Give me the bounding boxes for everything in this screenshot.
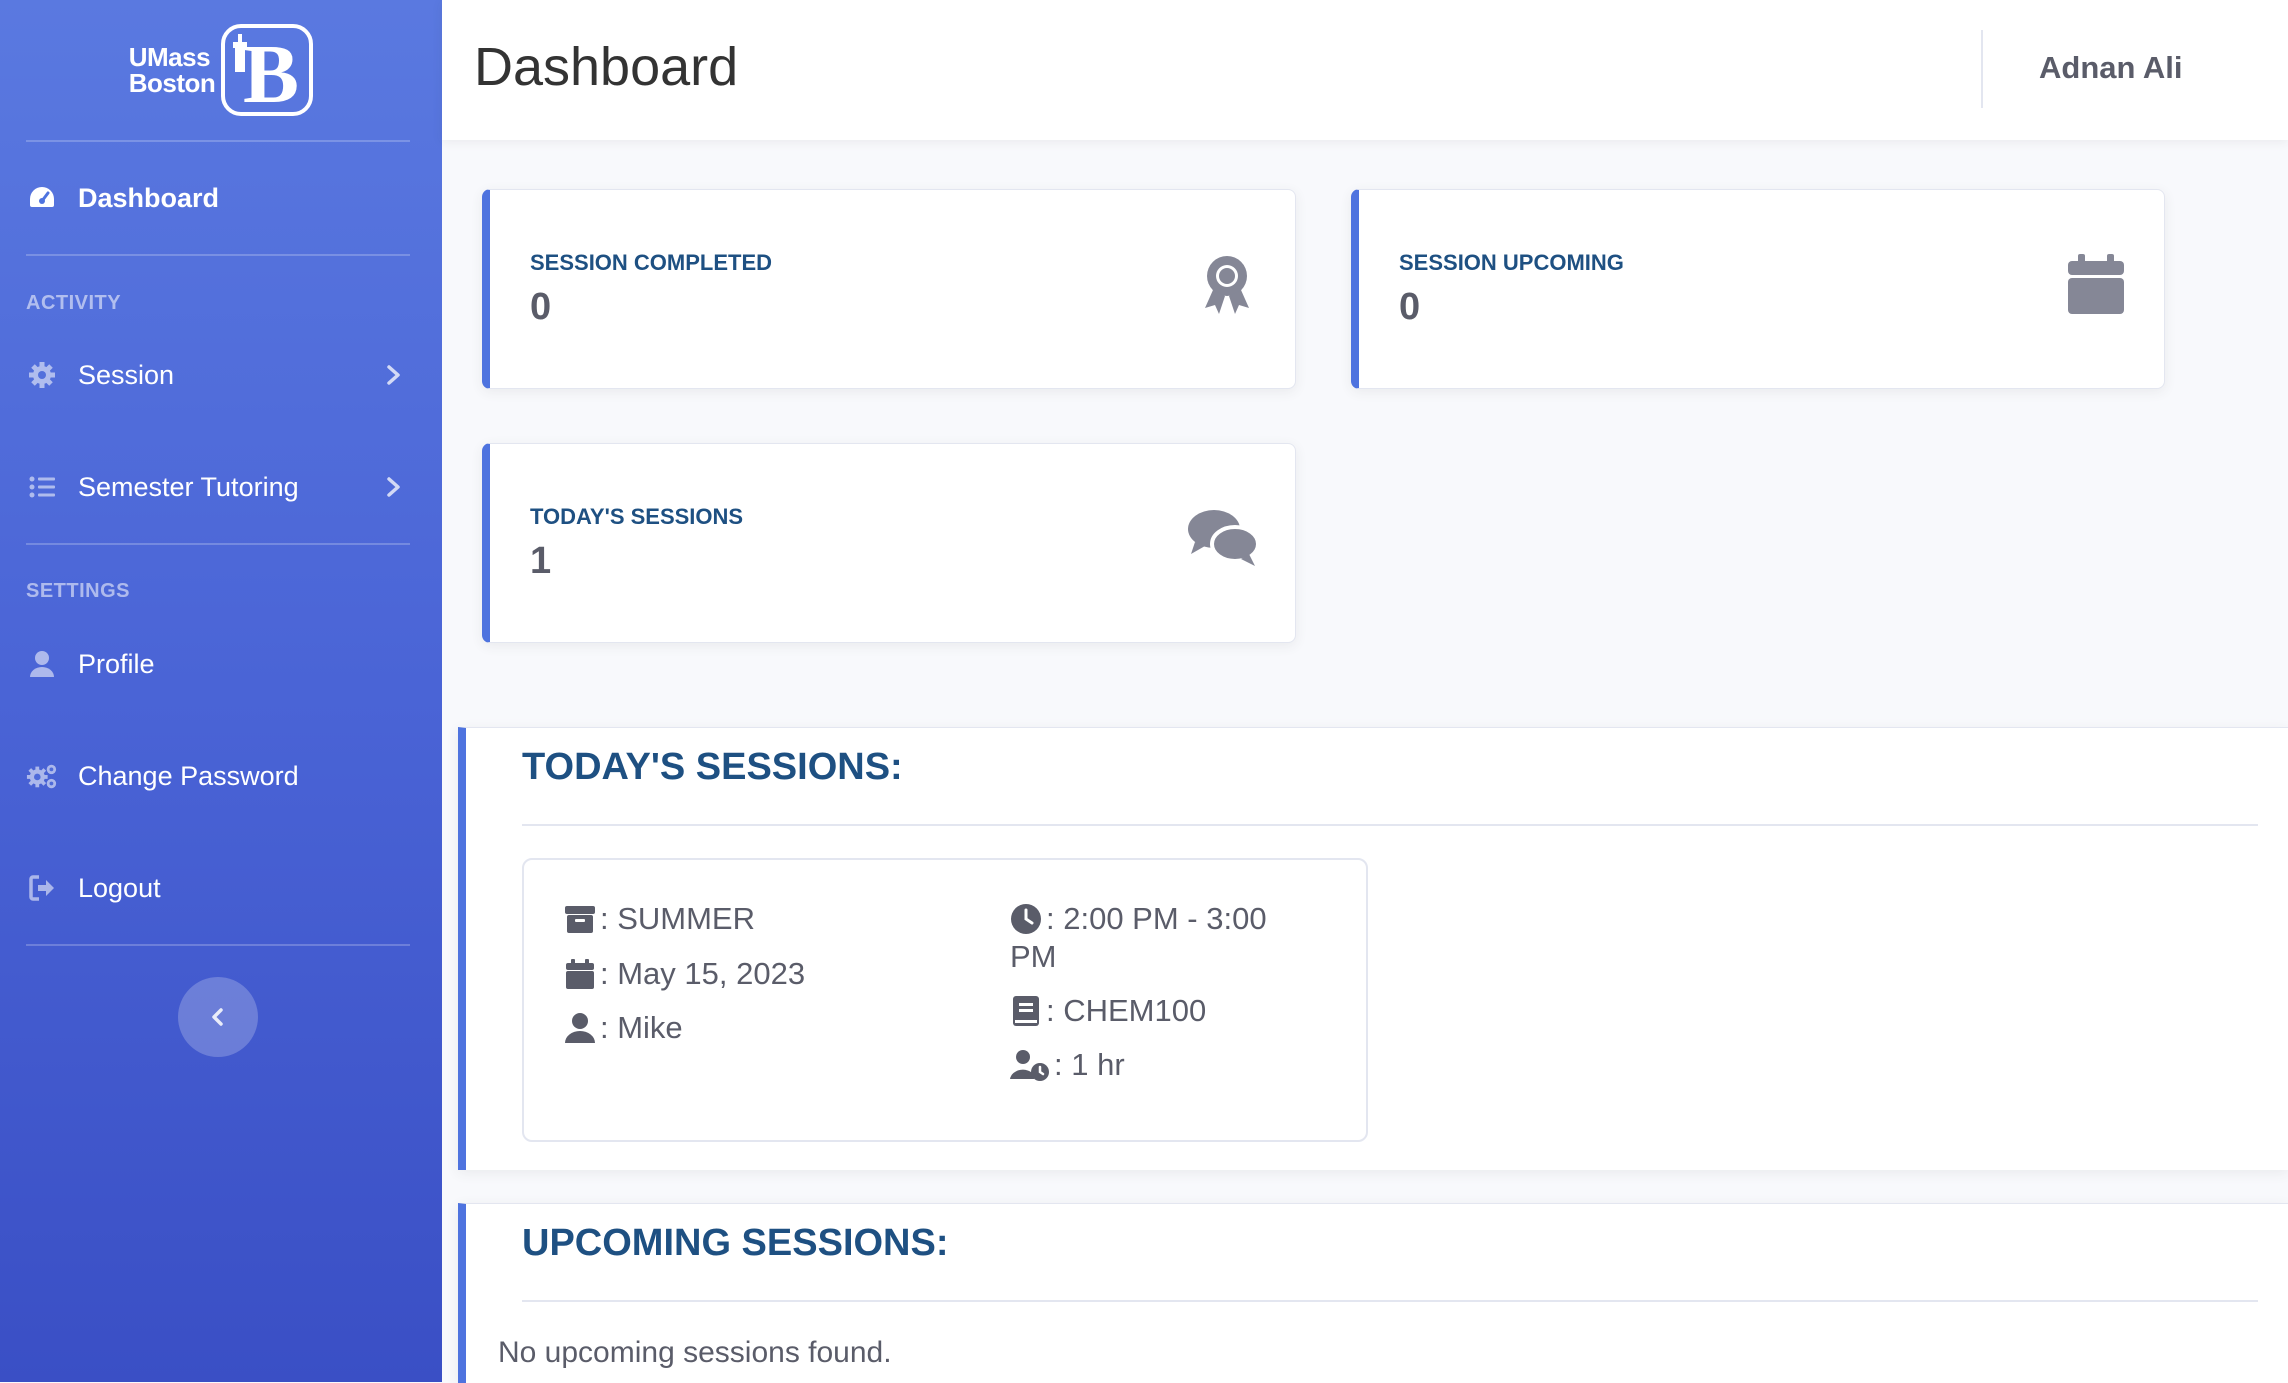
sidebar-divider [26,254,410,256]
stat-label: SESSION UPCOMING [1399,250,1624,275]
archive-icon [565,906,595,933]
sidebar-item-label: Profile [78,648,155,679]
stat-card-session-upcoming: SESSION UPCOMING 0 [1351,189,2165,389]
empty-message: No upcoming sessions found. [498,1336,892,1369]
stat-value: 0 [530,286,552,328]
section-divider [522,1300,2258,1302]
sidebar-item-profile[interactable]: Profile [26,636,410,692]
brand-text: UMass Boston [129,44,216,96]
sidebar-heading-settings: SETTINGS [26,580,131,602]
sidebar-item-change-password[interactable]: Change Password [26,748,410,804]
list-icon [26,471,58,503]
calendar-icon [2068,254,2124,314]
stat-card-session-completed: SESSION COMPLETED 0 [482,189,1296,389]
sidebar-toggle-button[interactable] [178,977,258,1057]
topbar: Dashboard Adnan Ali [442,0,2288,140]
page-title: Dashboard [474,37,739,97]
sidebar-item-label: Dashboard [78,182,220,213]
user-clock-icon [1010,1050,1049,1081]
session-time-cont: PM [1010,938,1057,976]
section-divider [522,824,2258,826]
tachometer-icon [26,182,58,214]
todays-sessions-panel: TODAY'S SESSIONS: : SUMMER : May 15, 202… [458,727,2288,1170]
gear-icon [26,359,58,391]
sidebar-item-dashboard[interactable]: Dashboard [26,170,410,226]
session-date-text: : May 15, 2023 [600,956,806,991]
stat-value: 1 [530,540,552,582]
book-icon [1013,996,1039,1026]
session-time-text: : 2:00 PM - 3:00 [1046,901,1267,936]
sidebar-item-label: Change Password [78,760,299,791]
upcoming-sessions-panel: UPCOMING SESSIONS: No upcoming sessions … [458,1203,2288,1383]
session-course-text: : CHEM100 [1046,993,1207,1028]
award-icon [1205,256,1249,314]
session-duration: : 1 hr [1010,1046,1125,1084]
session-date: : May 15, 2023 [564,955,805,993]
calendar-icon [566,959,594,989]
svg-text:B: B [243,28,299,116]
brand-line1: UMass [128,42,211,72]
sidebar-divider [26,543,410,545]
session-time: : 2:00 PM - 3:00 [1010,900,1267,938]
section-title: UPCOMING SESSIONS: [522,1222,949,1264]
section-title: TODAY'S SESSIONS: [522,746,903,788]
cogs-icon [26,760,58,792]
user-icon [26,648,58,680]
session-tutor-text: : Mike [600,1010,683,1045]
session-tutor: : Mike [564,1009,683,1047]
session-time-text-cont: PM [1010,939,1057,974]
sidebar-item-logout[interactable]: Logout [26,860,410,916]
session-card[interactable]: : SUMMER : May 15, 2023 : Mike : 2:00 PM… [522,858,1368,1142]
topbar-divider [1981,30,1983,108]
stat-card-todays-sessions: TODAY'S SESSIONS 1 [482,443,1296,643]
sidebar-item-session[interactable]: Session [26,347,410,403]
brand-logo[interactable]: UMass Boston B [0,0,442,140]
session-course: : CHEM100 [1010,992,1206,1030]
sidebar-item-semester-tutoring[interactable]: Semester Tutoring [26,459,410,515]
sidebar-heading-activity: ACTIVITY [26,292,122,314]
stat-value: 0 [1399,286,1421,328]
chevron-right-icon [387,477,400,497]
umb-logo-icon: B [221,24,314,116]
chevron-left-icon [212,1008,223,1026]
sidebar-item-label: Semester Tutoring [78,471,299,502]
stat-label: SESSION COMPLETED [530,250,773,275]
sidebar-item-label: Logout [78,872,161,903]
stat-label: TODAY'S SESSIONS [530,504,744,529]
sidebar-item-label: Session [78,359,175,390]
comments-icon [1188,510,1259,566]
session-semester: : SUMMER [564,900,755,938]
sidebar: UMass Boston B Dashboard ACTIVITY Sessio… [0,0,442,1382]
brand-line2: Boston [128,68,216,98]
user-menu[interactable]: Adnan Ali [2039,50,2183,86]
sign-out-icon [26,872,58,904]
sidebar-divider [26,944,410,946]
user-icon [565,1013,595,1043]
sidebar-divider [26,140,410,142]
session-semester-text: : SUMMER [600,901,755,936]
clock-icon [1011,904,1041,934]
chevron-right-icon [387,365,400,385]
session-duration-text: : 1 hr [1054,1047,1125,1082]
